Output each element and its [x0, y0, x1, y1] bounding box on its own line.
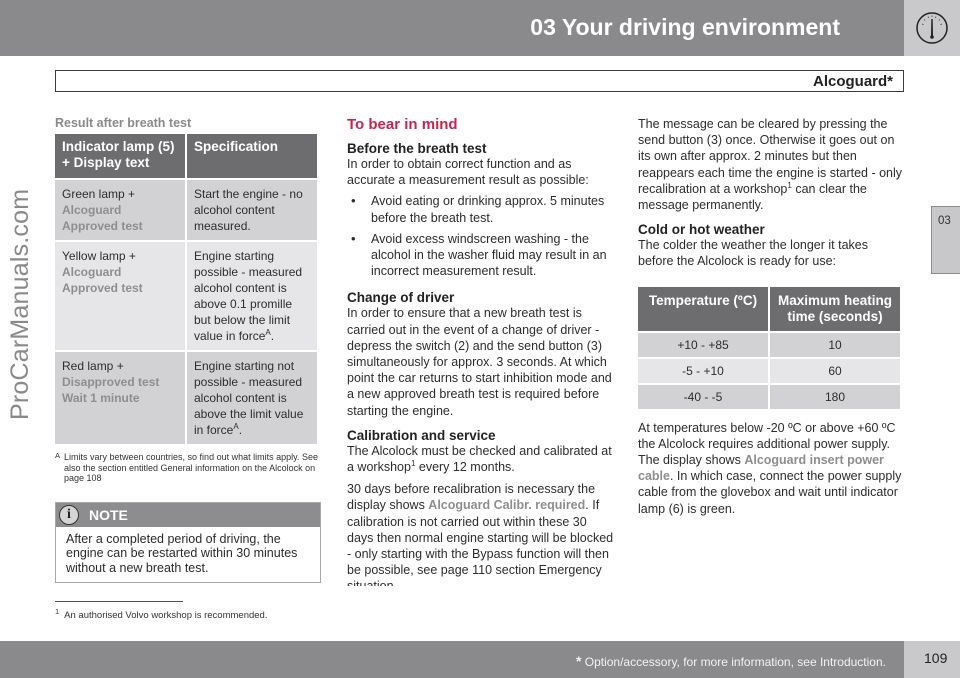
- watermark: ProCarManuals.com: [6, 188, 34, 420]
- paragraph: In order to ensure that a new breath tes…: [347, 306, 612, 418]
- footnote-text: An authorised Volvo workshop is recommen…: [64, 610, 268, 622]
- table-row: Green lamp + Alcoguard Approved test Sta…: [55, 180, 317, 240]
- lamp-cell: Red lamp + Disapproved test Wait 1 minut…: [55, 352, 185, 444]
- paragraph: In order to obtain correct function and …: [347, 157, 589, 188]
- bullet-item: Avoid excess windscreen washing - the al…: [347, 231, 615, 280]
- note-text: After a completed period of driving, the…: [66, 531, 298, 575]
- page-number: 109: [924, 650, 948, 666]
- footnote-divider: [55, 601, 183, 602]
- column-left: Result after breath test Indicator lamp …: [55, 116, 321, 583]
- lamp-cell: Yellow lamp + Alcoguard Approved test: [55, 242, 185, 350]
- footnote-ref[interactable]: A: [233, 422, 238, 431]
- result-table-header: Indicator lamp (5) + Display text Specif…: [55, 134, 317, 178]
- heating-time-cell: 60: [770, 358, 900, 383]
- footnote-text: Limits vary between countries, so find o…: [64, 452, 318, 483]
- note-label: NOTE: [89, 506, 128, 523]
- chapter-title: 03 Your driving environment: [530, 14, 840, 40]
- chapter-tab[interactable]: 03: [931, 206, 960, 274]
- paragraph: 30 days before recalibration is necessar…: [347, 482, 614, 586]
- section-title: Alcoguard*: [812, 73, 893, 90]
- display-text: Alcoguard Calibr. required: [428, 498, 586, 513]
- chapter-icon-box: [904, 0, 960, 56]
- temperature-cell: -40 - -5: [638, 384, 768, 409]
- chapter-header-band: 03 Your driving environment: [0, 0, 904, 56]
- table-row: Yellow lamp + Alcoguard Approved test En…: [55, 242, 317, 350]
- note-box: i NOTE After a completed period of drivi…: [55, 501, 321, 583]
- subheading-before-test: Before the breath test: [347, 141, 487, 156]
- subheading-weather: Cold or hot weather: [638, 222, 765, 238]
- page-footnote: 1 An authorised Volvo workshop is recomme…: [55, 607, 267, 621]
- footer-band: * Option/accessory, for more information…: [0, 641, 904, 678]
- footer-note: * Option/accessory, for more information…: [575, 653, 886, 669]
- bullet-item: Avoid eating or drinking approx. 5 minut…: [347, 193, 615, 225]
- heating-time-table: Temperature (ºC) Maximum heating time (s…: [636, 285, 902, 411]
- column-header: Temperature (ºC): [638, 286, 768, 331]
- column-middle: To bear in mind Before the breath test I…: [347, 116, 615, 586]
- result-table: Indicator lamp (5) + Display text Specif…: [53, 132, 319, 446]
- heating-table-header: Temperature (ºC) Maximum heating time (s…: [638, 286, 900, 331]
- section-heading: To bear in mind: [347, 116, 458, 133]
- display-text: Alcoguard Approved test: [62, 265, 143, 295]
- info-icon: i: [59, 504, 79, 525]
- temperature-cell: -5 - +10: [638, 358, 768, 383]
- paragraph: At temperatures below -20 ºC or above +6…: [638, 420, 902, 516]
- table-row: -40 - -5 180: [638, 384, 900, 409]
- gauge-icon: [916, 12, 948, 44]
- result-table-caption: Result after breath test: [55, 116, 192, 130]
- lamp-cell: Green lamp + Alcoguard Approved test: [55, 180, 185, 240]
- paragraph: The message can be cleared by pressing t…: [638, 117, 903, 213]
- column-header: Maximum heating time (seconds): [770, 286, 900, 331]
- paragraph: The Alcolock must be checked and calibra…: [347, 443, 612, 475]
- spec-cell: Start the engine - no alcohol content me…: [187, 180, 317, 240]
- temperature-cell: +10 - +85: [638, 332, 768, 357]
- spec-cell: Engine starting not possible - measured …: [187, 352, 317, 444]
- table-row: Red lamp + Disapproved test Wait 1 minut…: [55, 352, 317, 444]
- page-number-box: 109: [904, 641, 960, 678]
- heating-time-cell: 10: [770, 332, 900, 357]
- subheading-change-driver: Change of driver: [347, 290, 455, 306]
- footnote-mark: 1: [55, 607, 60, 616]
- section-title-bar: Alcoguard*: [55, 70, 904, 92]
- display-text: Alcoguard Approved test: [62, 203, 143, 233]
- display-text: Disapproved test Wait 1 minute: [62, 375, 160, 405]
- table-row: +10 - +85 10: [638, 332, 900, 357]
- spec-cell: Engine starting possible - measured alco…: [187, 242, 317, 350]
- chapter-tab-label: 03: [938, 215, 951, 227]
- table-row: -5 - +10 60: [638, 358, 900, 383]
- column-header: Indicator lamp (5) + Display text: [55, 134, 185, 178]
- table-footnote: A Limits vary between countries, so find…: [55, 451, 321, 484]
- note-header: i NOTE: [56, 502, 320, 527]
- column-header: Specification: [187, 134, 317, 178]
- footnote-mark: A: [55, 451, 61, 460]
- paragraph: The colder the weather the longer it tak…: [638, 238, 868, 269]
- column-right: The message can be cleared by pressing t…: [638, 116, 906, 517]
- heating-time-cell: 180: [770, 384, 900, 409]
- footnote-ref[interactable]: A: [265, 328, 270, 337]
- bullet-list: Avoid eating or drinking approx. 5 minut…: [347, 193, 615, 279]
- subheading-calibration: Calibration and service: [347, 427, 496, 443]
